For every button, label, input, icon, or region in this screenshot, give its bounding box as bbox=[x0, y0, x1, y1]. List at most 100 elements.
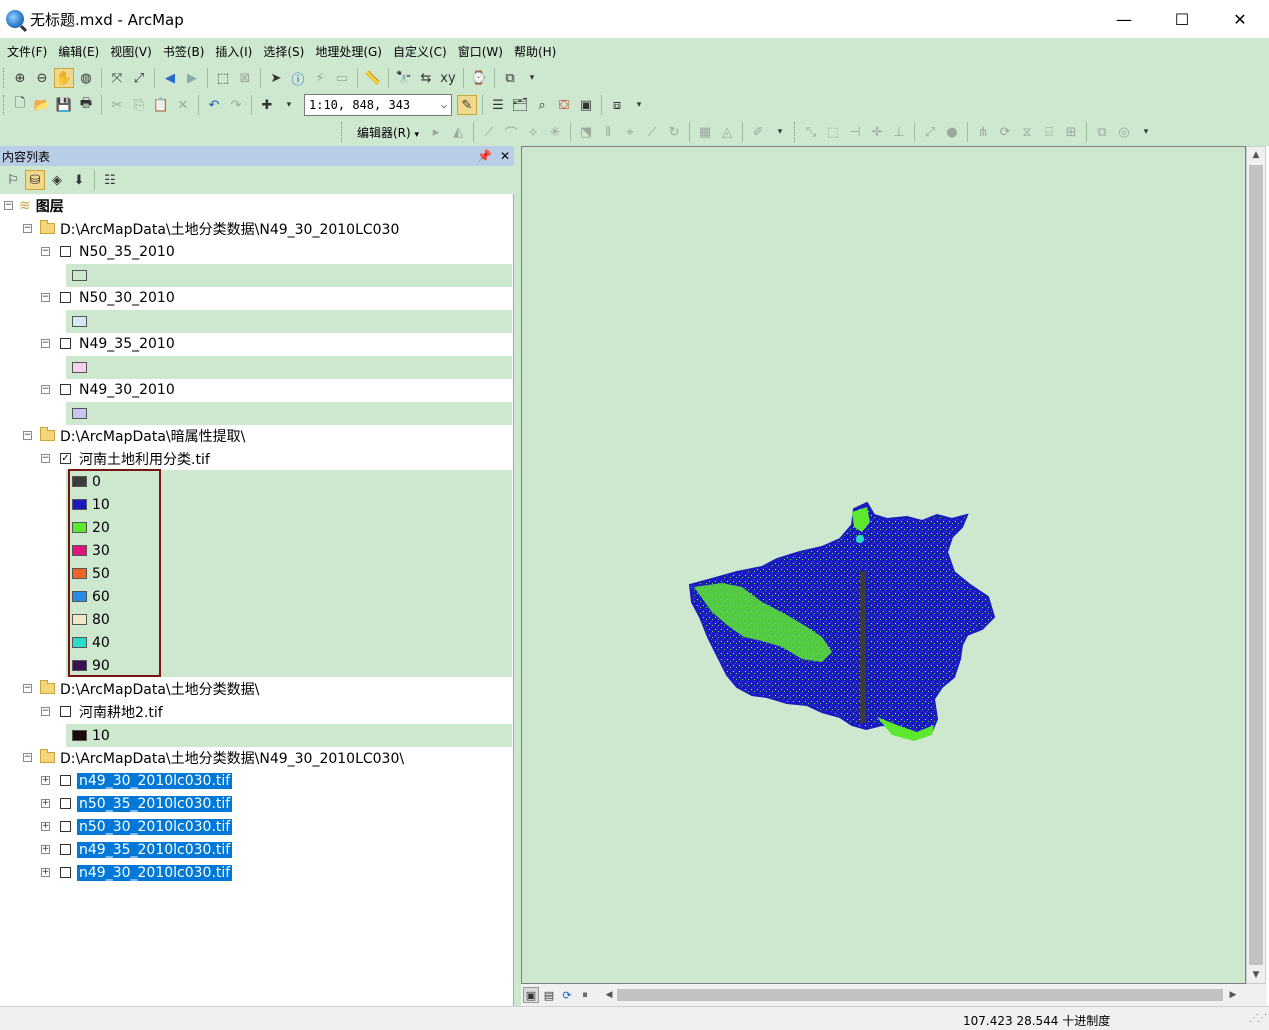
split-icon[interactable]: ⟋ bbox=[642, 122, 662, 142]
select-features-icon[interactable]: ⬚ bbox=[213, 68, 233, 88]
pause-drawing-icon[interactable]: ⏸ bbox=[577, 987, 593, 1003]
toc-close-icon[interactable]: ✕ bbox=[500, 149, 510, 163]
toc-group-row[interactable]: − D:\ArcMapData\土地分类数据\N49_30_2010LC030 bbox=[23, 217, 399, 240]
toolbar-grip[interactable] bbox=[794, 122, 797, 142]
toolbar-options-icon[interactable]: ▾ bbox=[522, 68, 542, 88]
menu-selection[interactable]: 选择(S) bbox=[260, 43, 312, 60]
toolbar-options-icon[interactable]: ▾ bbox=[629, 95, 649, 115]
toc-layer-row[interactable]: + n50_35_2010lc030.tif bbox=[41, 792, 233, 815]
layer-name[interactable]: n49_30_2010lc030.tif bbox=[77, 772, 233, 789]
layer-name[interactable]: n49_35_2010lc030.tif bbox=[77, 841, 233, 858]
layer-visibility-checkbox[interactable] bbox=[60, 844, 71, 855]
collapse-icon[interactable]: − bbox=[41, 293, 50, 302]
editor-menu-button[interactable]: 编辑器(R) ▾ bbox=[357, 124, 419, 141]
collapse-icon[interactable]: − bbox=[23, 684, 32, 693]
layer-visibility-checkbox[interactable] bbox=[60, 798, 71, 809]
toolbar-grip[interactable] bbox=[3, 68, 6, 88]
collapse-icon[interactable]: − bbox=[4, 201, 13, 210]
collapse-icon[interactable]: − bbox=[41, 707, 50, 716]
redo-icon[interactable]: ↷ bbox=[226, 95, 246, 115]
legend-swatch[interactable] bbox=[72, 408, 87, 419]
zoom-out-icon[interactable]: ⊖ bbox=[32, 68, 52, 88]
legend-symbol-row[interactable] bbox=[66, 402, 512, 425]
chevron-down-icon[interactable]: ⌵ bbox=[441, 100, 447, 111]
menu-edit[interactable]: 编辑(E) bbox=[55, 43, 107, 60]
merge-features-icon[interactable]: ◎ bbox=[1114, 122, 1134, 142]
toc-layer-row[interactable]: − N49_35_2010 bbox=[41, 332, 175, 355]
legend-symbol-row[interactable] bbox=[66, 356, 512, 379]
straight-segment-icon[interactable]: ⟋ bbox=[479, 122, 499, 142]
forward-extent-icon[interactable]: ▶ bbox=[182, 68, 202, 88]
toc-root-row[interactable]: − ≋ 图层 bbox=[4, 194, 64, 217]
layer-visibility-checkbox[interactable] bbox=[60, 821, 71, 832]
pan-icon[interactable]: ✋ bbox=[54, 68, 74, 88]
identify-icon[interactable]: ⓘ bbox=[288, 68, 308, 88]
reshape-icon[interactable]: ⫴ bbox=[598, 122, 618, 142]
create-features-icon[interactable]: ✐ bbox=[748, 122, 768, 142]
toc-group-row[interactable]: − D:\ArcMapData\土地分类数据\N49_30_2010LC030\ bbox=[23, 746, 404, 769]
menu-bookmarks[interactable]: 书签(B) bbox=[160, 43, 213, 60]
sketch-properties-icon[interactable]: ◬ bbox=[717, 122, 737, 142]
menu-insert[interactable]: 插入(I) bbox=[212, 43, 260, 60]
pin-icon[interactable]: 📌 bbox=[477, 149, 492, 163]
save-icon[interactable]: 💾 bbox=[54, 95, 74, 115]
topology-edit-icon[interactable]: ⤡ bbox=[801, 122, 821, 142]
list-by-drawing-order-icon[interactable]: ⚐ bbox=[3, 170, 23, 190]
topology-move-icon[interactable]: ✛ bbox=[867, 122, 887, 142]
python-window-icon[interactable]: ▣ bbox=[576, 95, 596, 115]
expand-icon[interactable]: + bbox=[41, 868, 50, 877]
layer-name[interactable]: n49_30_2010lc030.tif bbox=[77, 864, 233, 881]
toc-layer-row[interactable]: − N50_30_2010 bbox=[41, 286, 175, 309]
layer-visibility-checkbox[interactable] bbox=[60, 706, 71, 717]
toc-group-row[interactable]: − D:\ArcMapData\土地分类数据\ bbox=[23, 677, 259, 700]
topology-select-icon[interactable]: ⬚ bbox=[823, 122, 843, 142]
collapse-icon[interactable]: − bbox=[41, 385, 50, 394]
horizontal-scrollbar[interactable]: ◀ ▶ bbox=[601, 987, 1241, 1003]
validate-icon[interactable]: ⤢ bbox=[920, 122, 940, 142]
toc-layer-row[interactable]: − N49_30_2010 bbox=[41, 378, 175, 401]
legend-swatch[interactable] bbox=[72, 316, 87, 327]
menu-geoprocessing[interactable]: 地理处理(G) bbox=[312, 43, 390, 60]
toc-layer-row[interactable]: + n50_30_2010lc030.tif bbox=[41, 815, 233, 838]
layer-visibility-checkbox[interactable]: ✓ bbox=[60, 453, 71, 464]
clear-selection-icon[interactable]: ⊠ bbox=[235, 68, 255, 88]
toolbar-options-icon[interactable]: ▾ bbox=[770, 122, 790, 142]
error-inspector-icon[interactable]: ● bbox=[942, 122, 962, 142]
layer-visibility-checkbox[interactable] bbox=[60, 384, 71, 395]
scroll-right-icon[interactable]: ▶ bbox=[1225, 987, 1241, 1003]
find-route-icon[interactable]: ⇆ bbox=[416, 68, 436, 88]
cut-icon[interactable]: ✂ bbox=[107, 95, 127, 115]
select-elements-icon[interactable]: ➤ bbox=[266, 68, 286, 88]
find-icon[interactable]: 🔭 bbox=[394, 68, 414, 88]
menu-help[interactable]: 帮助(H) bbox=[511, 43, 564, 60]
planarize-icon[interactable]: ⧖ bbox=[1017, 122, 1037, 142]
map-display[interactable] bbox=[521, 146, 1246, 984]
toc-layer-row[interactable]: + n49_30_2010lc030.tif bbox=[41, 769, 233, 792]
fixed-zoom-out-icon[interactable]: ⤢ bbox=[129, 68, 149, 88]
close-button[interactable]: ✕ bbox=[1211, 0, 1269, 38]
scroll-down-icon[interactable]: ▼ bbox=[1247, 967, 1265, 983]
toc-layer-row[interactable]: − 河南耕地2.tif bbox=[41, 700, 163, 723]
collapse-icon[interactable]: − bbox=[23, 224, 32, 233]
collapse-icon[interactable]: − bbox=[23, 431, 32, 440]
add-data-dropdown-icon[interactable]: ▾ bbox=[279, 95, 299, 115]
toc-group-row[interactable]: − D:\ArcMapData\暗属性提取\ bbox=[23, 424, 245, 447]
layer-name[interactable]: n50_35_2010lc030.tif bbox=[77, 795, 233, 812]
legend-class-row[interactable]: 10 bbox=[66, 724, 512, 747]
toolbar-grip[interactable] bbox=[341, 122, 344, 142]
open-icon[interactable]: 📂 bbox=[32, 95, 52, 115]
editor-toolbar-icon[interactable]: ✎ bbox=[457, 95, 477, 115]
fixed-zoom-in-icon[interactable]: ⤧ bbox=[107, 68, 127, 88]
topology-table-icon[interactable]: ⊞ bbox=[1061, 122, 1081, 142]
layer-visibility-checkbox[interactable] bbox=[60, 867, 71, 878]
time-slider-icon[interactable]: ⌚ bbox=[469, 68, 489, 88]
edit-tool-icon[interactable]: ▸ bbox=[426, 122, 446, 142]
expand-icon[interactable]: + bbox=[41, 845, 50, 854]
search-window-icon[interactable]: ⌕ bbox=[532, 95, 552, 115]
collapse-icon[interactable]: − bbox=[41, 339, 50, 348]
legend-symbol-row[interactable] bbox=[66, 264, 512, 287]
topology-split-icon[interactable]: ⊣ bbox=[845, 122, 865, 142]
rotate-icon[interactable]: ↻ bbox=[664, 122, 684, 142]
end-point-arc-icon[interactable]: ⌒ bbox=[501, 122, 521, 142]
toc-layer-row[interactable]: + n49_35_2010lc030.tif bbox=[41, 838, 233, 861]
